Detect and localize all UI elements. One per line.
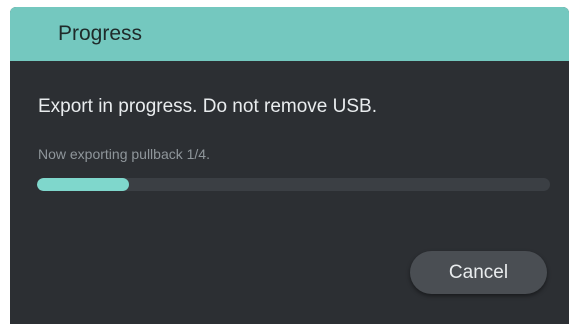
export-message: Export in progress. Do not remove USB. (38, 96, 377, 117)
progress-dialog: Progress Export in progress. Do not remo… (10, 7, 569, 324)
progress-bar (37, 178, 550, 191)
dialog-title: Progress (58, 22, 143, 45)
export-status: Now exporting pullback 1/4. (38, 146, 210, 162)
cancel-button[interactable]: Cancel (410, 251, 547, 294)
dialog-header: Progress (10, 7, 569, 61)
progress-bar-fill (37, 178, 130, 191)
